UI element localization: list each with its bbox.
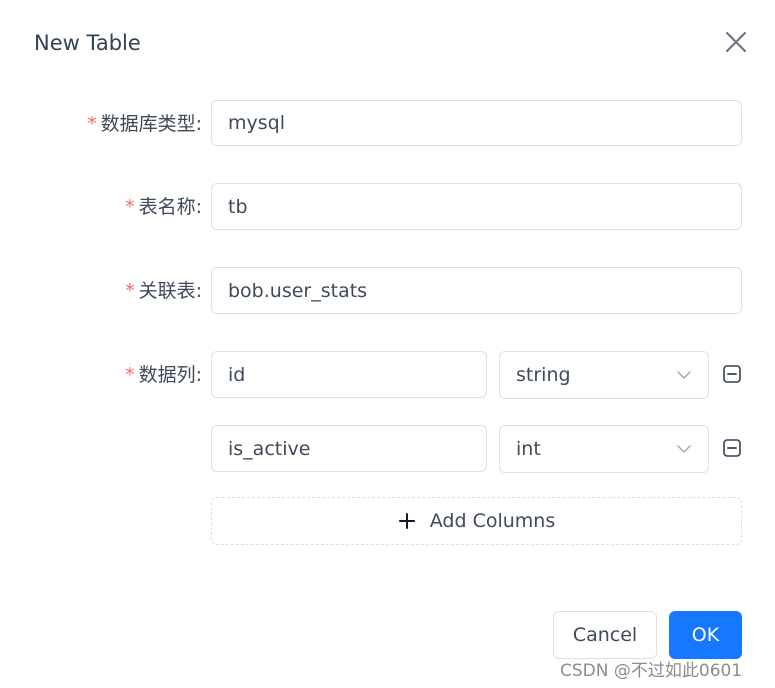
table-name-label: * 表名称:	[125, 183, 202, 231]
related-table-label: * 关联表:	[125, 267, 202, 315]
required-mark: *	[125, 364, 135, 386]
column-name-input[interactable]	[211, 425, 487, 472]
form-row-columns-2: int	[0, 425, 775, 473]
add-columns-label: Add Columns	[429, 510, 556, 532]
cancel-button[interactable]: Cancel	[553, 611, 657, 659]
required-mark: *	[125, 196, 135, 218]
table-name-label-text: 表名称:	[138, 196, 202, 218]
chevron-down-icon	[677, 371, 691, 379]
form-row-table-name: * 表名称:	[0, 183, 775, 231]
related-table-label-text: 关联表:	[138, 280, 202, 302]
dialog-title: New Table	[34, 31, 141, 55]
column-name-input[interactable]	[211, 351, 487, 398]
columns-label: * 数据列:	[125, 351, 202, 399]
close-icon[interactable]	[722, 28, 750, 56]
form-row-db-type: * 数据库类型:	[0, 100, 775, 148]
new-table-dialog: New Table *数据库类型: *表名称: *关联表: *数据列: s	[0, 0, 775, 688]
ok-button[interactable]: OK	[669, 611, 742, 659]
related-table-input[interactable]	[211, 267, 742, 314]
remove-column-icon[interactable]	[722, 364, 742, 384]
add-columns-button[interactable]: Add Columns	[211, 497, 742, 545]
columns-label-text: 数据列:	[138, 364, 202, 386]
db-type-input[interactable]	[211, 100, 742, 146]
chevron-down-icon	[677, 445, 691, 453]
table-name-input[interactable]	[211, 183, 742, 230]
form-row-related-table: * 关联表:	[0, 267, 775, 315]
watermark-text: CSDN @不过如此0601	[560, 661, 743, 681]
plus-icon	[398, 513, 415, 529]
required-mark: *	[87, 113, 97, 135]
column-type-select[interactable]: int	[499, 425, 709, 473]
column-type-value: int	[516, 438, 541, 460]
db-type-label-text: 数据库类型:	[100, 113, 202, 135]
db-type-label: * 数据库类型:	[87, 100, 202, 148]
remove-column-icon[interactable]	[722, 438, 742, 458]
form-row-columns: *数据列: string	[0, 351, 775, 399]
column-type-value: string	[516, 364, 571, 386]
column-type-select[interactable]: string	[499, 351, 709, 399]
required-mark: *	[125, 280, 135, 302]
